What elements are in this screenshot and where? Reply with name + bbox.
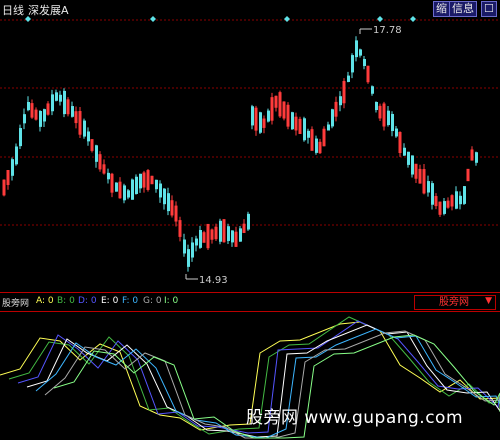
candle-body <box>455 191 458 209</box>
watermark-text: 股旁网 www.gupang.com <box>246 408 464 428</box>
candle-body <box>259 112 262 133</box>
candle-body <box>139 173 142 189</box>
candle-body <box>87 131 90 142</box>
indicator-name[interactable]: 股旁网 <box>2 296 29 309</box>
triangle-down-icon: ▼ <box>485 296 492 306</box>
candle-body <box>347 75 350 82</box>
candle-body <box>135 176 138 194</box>
zoom-button[interactable]: 缩 <box>433 1 450 17</box>
candle-body <box>187 249 190 267</box>
candle-body <box>327 124 330 131</box>
param-f: F: 0 <box>122 296 139 306</box>
candle-body <box>443 201 446 214</box>
candle-body <box>183 239 186 254</box>
candle-body <box>387 110 390 126</box>
candle-body <box>43 109 46 122</box>
param-e: E: 0 <box>101 296 119 306</box>
candle-body <box>239 228 242 242</box>
candle-body <box>339 96 342 106</box>
indicator-select-label: 股旁网 <box>439 297 469 308</box>
candle-body <box>63 90 66 115</box>
price-chart[interactable]: 17.78 14.93 <box>0 0 500 292</box>
candle-body <box>315 138 318 153</box>
candle-body <box>123 185 126 201</box>
candle-body <box>195 238 198 246</box>
candle-body <box>251 106 254 126</box>
indicator-header: 股旁网 A: 0 B: 0 D: 0 E: 0 F: 0 G: 0 I: 0 股… <box>0 292 500 312</box>
candle-body <box>307 130 310 138</box>
candle-body <box>291 112 294 130</box>
candle-body <box>131 179 134 200</box>
param-a: A: 0 <box>36 296 54 306</box>
candle-body <box>475 152 478 163</box>
candle-body <box>363 58 366 67</box>
candle-body <box>411 155 414 175</box>
candle-body <box>27 101 30 111</box>
info-button[interactable]: 信息 <box>449 1 477 17</box>
candle-body <box>11 159 14 176</box>
candle-body <box>459 195 462 205</box>
candle-body <box>427 181 430 193</box>
candle-body <box>303 118 306 141</box>
candle-body <box>267 110 270 122</box>
low-price-annotation: 14.93 <box>185 274 228 286</box>
instrument-name: 深发展A <box>28 4 69 17</box>
candle-body <box>355 40 358 58</box>
candle-body <box>431 183 434 205</box>
candle-body <box>331 109 334 127</box>
candle-body <box>395 128 398 137</box>
candle-body <box>391 113 394 132</box>
param-d: D: 0 <box>78 296 97 306</box>
param-g: G: 0 <box>143 296 162 306</box>
candle-body <box>191 242 194 258</box>
indicator-select[interactable]: 股旁网 ▼ <box>414 295 496 310</box>
candle-body <box>371 86 374 94</box>
candle-body <box>23 114 26 124</box>
period-label[interactable]: 日线 <box>2 2 24 18</box>
candle-body <box>19 128 22 147</box>
candle-body <box>95 145 98 162</box>
param-b: B: 0 <box>57 296 75 306</box>
candle-body <box>403 147 406 156</box>
candle-body <box>127 190 130 198</box>
chart-header: 日线 深发展A 缩 信息 ☐ <box>0 0 500 18</box>
candle-body <box>163 188 166 205</box>
candle-body <box>155 179 158 190</box>
candle-body <box>375 101 378 111</box>
candle-body <box>219 220 222 242</box>
candle-body <box>231 230 234 243</box>
candle-body <box>199 229 202 248</box>
candle-body <box>83 120 86 137</box>
candle-body <box>159 183 162 198</box>
candle-body <box>463 186 466 204</box>
candle-body <box>167 193 170 212</box>
candle-body <box>107 172 110 180</box>
candle-body <box>115 182 118 192</box>
candle-body <box>359 49 362 56</box>
window-toggle-button[interactable]: ☐ <box>481 1 497 17</box>
candle-body <box>227 226 230 241</box>
candle-body <box>15 146 18 165</box>
candle-body <box>71 106 74 117</box>
candle-body <box>39 111 42 127</box>
candle-body <box>351 55 354 73</box>
high-price-annotation: 17.78 <box>359 25 402 36</box>
param-i: I: 0 <box>164 296 179 306</box>
low-price-label: 14.93 <box>199 275 228 286</box>
candle-body <box>51 94 54 112</box>
high-price-label: 17.78 <box>373 25 402 36</box>
candle-body <box>407 151 410 165</box>
candle-body <box>55 92 58 101</box>
candle-body <box>59 94 62 102</box>
candle-body <box>247 213 250 230</box>
candlesticks <box>2 36 478 272</box>
